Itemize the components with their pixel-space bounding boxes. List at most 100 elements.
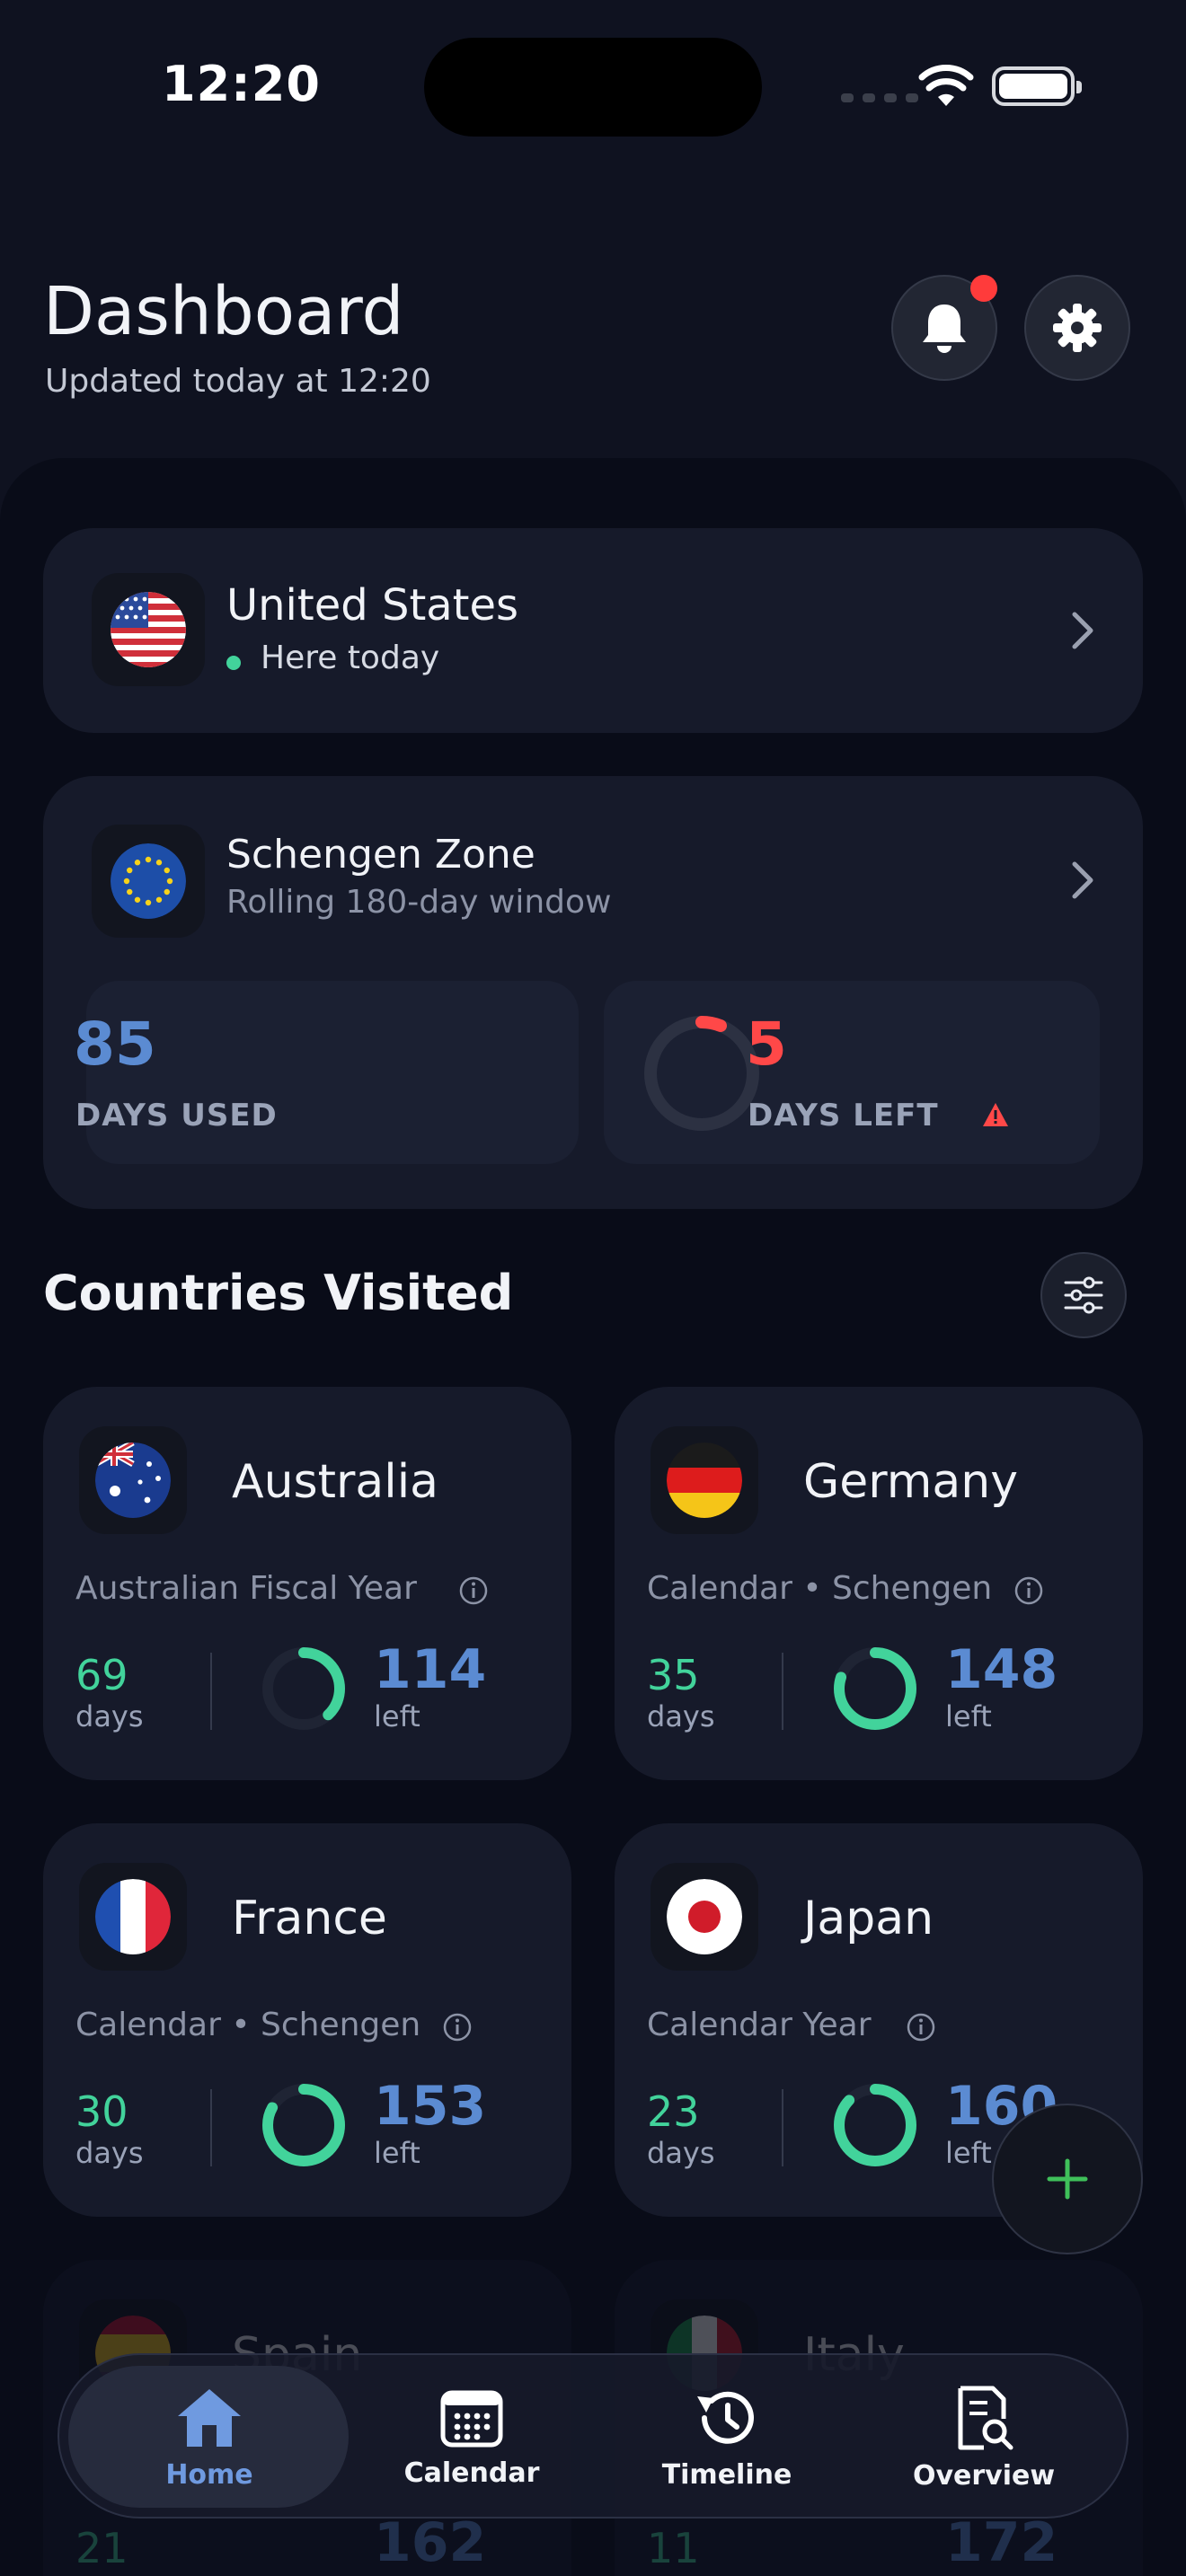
- wifi-icon: [918, 65, 974, 106]
- days-used-label: DAYS USED: [75, 1098, 278, 1134]
- eu-star: [155, 896, 163, 903]
- country-card-germany[interactable]: Germany Calendar • Schengen 35 days 148 …: [615, 1387, 1143, 1780]
- eu-star: [127, 888, 133, 895]
- info-icon[interactable]: [442, 2012, 473, 2042]
- days-left-label: left: [374, 1699, 420, 1734]
- france-flag-icon: [95, 1879, 171, 1954]
- info-icon[interactable]: [906, 2012, 936, 2042]
- counting-rule: Calendar • Schengen: [647, 1570, 993, 1607]
- status-time: 12:20: [162, 56, 321, 112]
- add-trip-button[interactable]: [992, 2104, 1143, 2254]
- progress-ring: [834, 2084, 916, 2166]
- days-left-value: 5: [746, 1010, 787, 1079]
- country-card-australia[interactable]: Australia Australian Fiscal Year 69 days…: [43, 1387, 571, 1780]
- divider: [782, 1653, 783, 1730]
- country-name: Australia: [232, 1455, 439, 1509]
- schengen-card[interactable]: Schengen Zone Rolling 180-day window: [43, 776, 1143, 1209]
- days-count: 23: [647, 2087, 700, 2136]
- counting-rule: Australian Fiscal Year: [75, 1570, 417, 1607]
- days-label: days: [647, 1699, 715, 1734]
- tab-label: Overview: [912, 2459, 1056, 2492]
- flag-container: [651, 1863, 758, 1971]
- flag-container: [92, 573, 205, 686]
- country-name: Japan: [803, 1892, 934, 1945]
- days-left-label: left: [945, 1699, 992, 1734]
- chevron-right-icon: [1072, 612, 1093, 649]
- tab-label: Calendar: [403, 2457, 540, 2489]
- eu-star: [134, 860, 141, 866]
- tab-home[interactable]: Home: [81, 2355, 338, 2520]
- tab-timeline[interactable]: Timeline: [598, 2355, 855, 2520]
- country-card-france[interactable]: France Calendar • Schengen 30 days 153 l…: [43, 1823, 571, 2217]
- flag-container: [92, 825, 205, 938]
- schengen-title: Schengen Zone: [226, 832, 535, 878]
- country-name: Germany: [803, 1455, 1019, 1509]
- cellular-signal-icon: [841, 93, 918, 102]
- current-country-name: United States: [226, 580, 519, 631]
- schengen-subtitle: Rolling 180-day window: [226, 884, 612, 921]
- bell-icon: [923, 304, 966, 353]
- days-left-value: 172: [945, 2511, 1058, 2574]
- calendar-icon: [440, 2390, 503, 2447]
- document-search-icon: [958, 2386, 1013, 2449]
- tab-overview[interactable]: Overview: [855, 2355, 1112, 2520]
- warning-icon: [983, 1103, 1008, 1126]
- days-count: 21: [75, 2524, 128, 2572]
- days-left-value: 114: [374, 1638, 487, 1701]
- info-icon[interactable]: [1013, 1575, 1044, 1606]
- days-left-ring: [644, 1016, 759, 1131]
- flag-container: [79, 1863, 187, 1971]
- eu-flag-icon: [111, 843, 186, 919]
- info-icon[interactable]: [458, 1575, 489, 1606]
- battery-icon: [992, 66, 1082, 106]
- eu-star: [123, 878, 130, 885]
- presence-status: Here today: [261, 640, 440, 676]
- history-icon: [697, 2391, 754, 2444]
- days-label: days: [647, 2136, 715, 2170]
- japan-flag-icon: [667, 1879, 742, 1954]
- days-count: 30: [75, 2087, 128, 2136]
- sliders-icon: [1064, 1276, 1103, 1314]
- settings-button[interactable]: [1024, 275, 1130, 381]
- bottom-tab-bar: Home Calendar Timeline Overview: [58, 2353, 1128, 2519]
- days-used-value: 85: [74, 1010, 156, 1079]
- days-count: 11: [647, 2524, 700, 2572]
- divider: [210, 2089, 212, 2166]
- days-left-label: left: [374, 2136, 420, 2170]
- plus-icon: [1047, 2158, 1088, 2200]
- days-left-value: 162: [374, 2511, 487, 2574]
- flag-container: [79, 1426, 187, 1534]
- countries-visited-heading: Countries Visited: [43, 1265, 514, 1321]
- counting-rule: Calendar Year: [647, 2007, 872, 2043]
- days-left-value: 153: [374, 2075, 487, 2138]
- germany-flag-icon: [667, 1442, 742, 1518]
- page-title: Dashboard: [43, 273, 404, 350]
- country-name: France: [232, 1892, 387, 1945]
- days-count: 35: [647, 1651, 700, 1699]
- divider: [210, 1653, 212, 1730]
- presence-indicator: [226, 656, 241, 670]
- notification-badge: [970, 275, 997, 302]
- dynamic-island: [424, 38, 762, 137]
- eu-star: [145, 856, 152, 863]
- eu-star: [127, 867, 133, 874]
- eu-star: [166, 878, 173, 885]
- current-location-card[interactable]: United States Here today: [43, 528, 1143, 733]
- eu-star: [145, 899, 152, 906]
- australia-flag-icon: [95, 1442, 171, 1518]
- days-used-box: [86, 981, 579, 1164]
- tab-label: Timeline: [661, 2458, 792, 2491]
- eu-star: [164, 888, 170, 895]
- days-label: days: [75, 1699, 144, 1734]
- gear-icon: [1053, 304, 1102, 352]
- eu-star: [134, 896, 141, 903]
- progress-ring: [834, 1647, 916, 1730]
- days-left-value: 148: [945, 1638, 1058, 1701]
- filter-button[interactable]: [1040, 1252, 1127, 1338]
- chevron-right-icon: [1072, 861, 1093, 899]
- tab-calendar[interactable]: Calendar: [343, 2355, 600, 2520]
- tab-label: Home: [165, 2458, 253, 2491]
- us-flag-icon: [111, 592, 186, 667]
- days-label: days: [75, 2136, 144, 2170]
- days-left-label: left: [945, 2136, 992, 2170]
